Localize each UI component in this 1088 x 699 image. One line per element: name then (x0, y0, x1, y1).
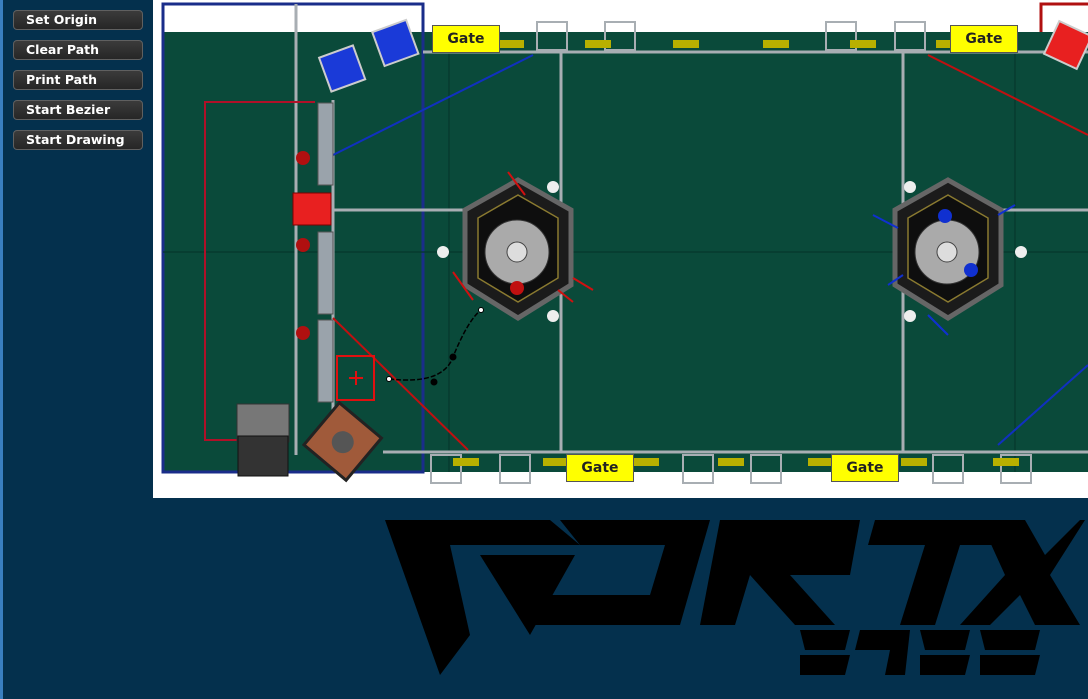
set-origin-button[interactable]: Set Origin (13, 10, 143, 30)
team-logo (380, 515, 1085, 685)
start-bezier-button[interactable]: Start Bezier (13, 100, 143, 120)
window-border (0, 0, 3, 699)
clear-path-button[interactable]: Clear Path (13, 40, 143, 60)
team-number-graphic (800, 630, 1040, 675)
path-end-point (478, 307, 484, 313)
toolbar: Set Origin Clear Path Print Path Start B… (13, 10, 144, 160)
print-path-button[interactable]: Print Path (13, 70, 143, 90)
path-start-point (386, 376, 392, 382)
gate-label-top-left: Gate (432, 25, 500, 53)
vortx-logo-graphic (385, 520, 1085, 675)
gate-label-top-right: Gate (950, 25, 1018, 53)
gate-label-bottom-right: Gate (831, 454, 899, 482)
gate-label-bottom-left: Gate (566, 454, 634, 482)
bezier-control-point-2 (430, 378, 438, 386)
bezier-control-point-1 (449, 353, 457, 361)
field-canvas[interactable]: Gate Gate Gate Gate (153, 0, 1088, 498)
red-goal-left (292, 192, 332, 226)
start-drawing-button[interactable]: Start Drawing (13, 130, 143, 150)
lower-left-goal-b (237, 435, 289, 477)
field-drawing[interactable] (153, 0, 1088, 498)
left-wall-platforms (317, 102, 334, 403)
